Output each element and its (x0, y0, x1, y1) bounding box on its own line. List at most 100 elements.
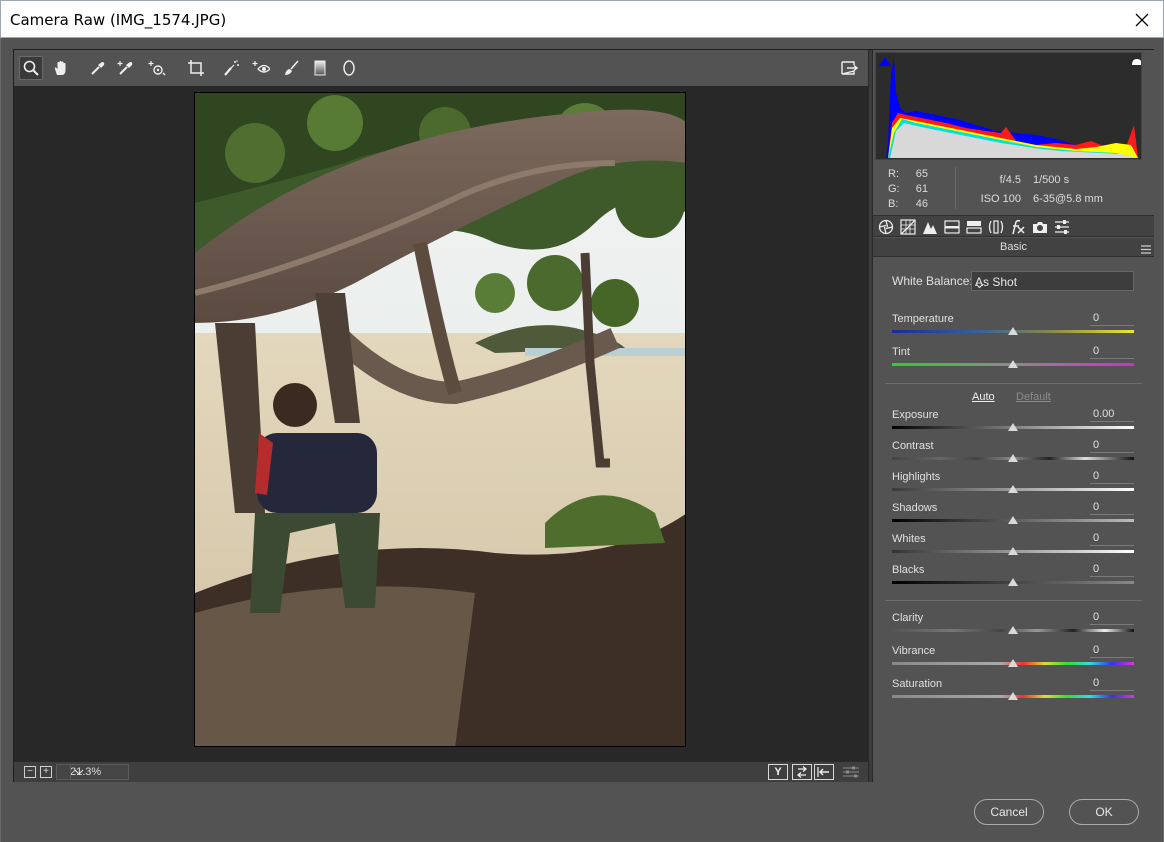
info-separator (955, 167, 956, 209)
title-bar: Camera Raw (IMG_1574.JPG) (0, 0, 1164, 38)
targeted-adjustment-icon[interactable] (145, 56, 169, 80)
temperature-slider[interactable]: Temperature 0 (892, 312, 1134, 343)
slider-thumb[interactable] (1008, 454, 1018, 462)
slider-thumb[interactable] (1008, 547, 1018, 555)
auto-default-row: Auto Default (873, 391, 1154, 405)
highlights-value-field[interactable]: 0 (1090, 470, 1134, 484)
slider-thumb[interactable] (1008, 360, 1018, 368)
right-panel: R: 65 G: 61 B: 46 f/4.5 1/500 s ISO 100 6-35@… (873, 50, 1154, 782)
iso-value: ISO 100 (980, 193, 1021, 205)
contrast-slider[interactable]: Contrast 0 (892, 439, 1134, 470)
slider-label: Highlights (892, 471, 941, 483)
tab-effects-icon[interactable] (1008, 218, 1028, 236)
blacks-value-field[interactable]: 0 (1090, 563, 1134, 577)
close-icon[interactable] (1131, 9, 1153, 31)
slider-thumb[interactable] (1008, 516, 1018, 524)
g-value: 61 (915, 183, 928, 195)
red-eye-icon[interactable] (249, 56, 273, 80)
temperature-value-field[interactable]: 0 (1090, 312, 1134, 326)
tint-slider[interactable]: Tint 0 (892, 345, 1134, 376)
toggle-settings-icon[interactable] (842, 765, 860, 779)
dialog-body: − + 21.3% Y R: 65 G: 61 B: 46 f/4.5 1/50… (0, 38, 1164, 842)
tab-camera-calibration-icon[interactable] (1030, 218, 1050, 236)
slider-label: Exposure (892, 409, 939, 421)
vibrance-slider[interactable]: Vibrance 0 (892, 644, 1134, 675)
chevron-down-icon (975, 278, 1129, 292)
highlights-slider[interactable]: Highlights 0 (892, 470, 1134, 501)
shadow-clipping-icon[interactable] (878, 55, 893, 68)
whites-value-field[interactable]: 0 (1090, 532, 1134, 546)
shadows-value-field[interactable]: 0 (1090, 501, 1134, 515)
contrast-value-field[interactable]: 0 (1090, 439, 1134, 453)
histogram (875, 52, 1142, 160)
auto-link[interactable]: Auto (972, 391, 995, 403)
open-preferences-icon[interactable] (837, 56, 861, 80)
slider-thumb[interactable] (1008, 626, 1018, 634)
slider-thumb[interactable] (1008, 659, 1018, 667)
blacks-slider[interactable]: Blacks 0 (892, 563, 1134, 594)
zoom-tool-icon[interactable] (19, 56, 43, 80)
panel-tabs (873, 215, 1154, 237)
highlight-clipping-icon[interactable] (1124, 55, 1139, 68)
r-value: 65 (915, 168, 928, 180)
cancel-button[interactable]: Cancel (974, 799, 1044, 825)
shadows-slider[interactable]: Shadows 0 (892, 501, 1134, 532)
zoom-level-select[interactable]: 21.3% (56, 764, 129, 780)
white-balance-icon[interactable] (86, 56, 110, 80)
clarity-slider[interactable]: Clarity 0 (892, 611, 1134, 642)
spot-removal-icon[interactable] (219, 56, 243, 80)
slider-label: Blacks (892, 564, 925, 576)
copy-settings-icon[interactable] (814, 764, 834, 780)
panel-menu-icon[interactable] (1141, 243, 1151, 254)
whites-slider[interactable]: Whites 0 (892, 532, 1134, 563)
slider-label: Vibrance (892, 645, 936, 657)
saturation-slider[interactable]: Saturation 0 (892, 677, 1134, 708)
slider-thumb[interactable] (1008, 327, 1018, 335)
slider-thumb[interactable] (1008, 692, 1018, 700)
zoom-in-button[interactable]: + (40, 766, 52, 778)
color-sampler-icon[interactable] (114, 56, 138, 80)
exposure-slider[interactable]: Exposure 0.00 (892, 408, 1134, 439)
crop-icon[interactable] (184, 56, 208, 80)
saturation-value-field[interactable]: 0 (1090, 677, 1134, 691)
tab-basic-icon[interactable] (876, 218, 896, 236)
tab-lens-corrections-icon[interactable] (986, 218, 1006, 236)
hand-tool-icon[interactable] (49, 56, 73, 80)
panel-title: Basic (1000, 241, 1027, 253)
slider-thumb[interactable] (1008, 423, 1018, 431)
slider-thumb[interactable] (1008, 578, 1018, 586)
tab-tone-curve-icon[interactable] (898, 218, 918, 236)
ok-button[interactable]: OK (1069, 799, 1139, 825)
b-value: 46 (915, 198, 928, 210)
zoom-out-button[interactable]: − (24, 766, 36, 778)
image-canvas[interactable] (14, 86, 868, 761)
chevron-down-icon (70, 765, 86, 779)
vibrance-value-field[interactable]: 0 (1090, 644, 1134, 658)
tab-hsl-icon[interactable] (942, 218, 962, 236)
r-label: R: (888, 168, 899, 180)
slider-label: Saturation (892, 678, 943, 690)
tab-detail-icon[interactable] (920, 218, 940, 236)
radial-filter-icon[interactable] (337, 56, 361, 80)
slider-label: Temperature (892, 313, 954, 325)
slider-thumb[interactable] (1008, 485, 1018, 493)
exposure-value-field[interactable]: 0.00 (1090, 408, 1134, 422)
preview-bottom-bar: − + 21.3% Y (14, 761, 868, 782)
g-label: G: (888, 183, 900, 195)
panel-header: Basic (873, 238, 1154, 257)
main-frame: − + 21.3% Y R: 65 G: 61 B: 46 f/4.5 1/50… (13, 49, 1154, 782)
tint-value-field[interactable]: 0 (1090, 345, 1134, 359)
clarity-value-field[interactable]: 0 (1090, 611, 1134, 625)
slider-label: Tint (892, 346, 910, 358)
adjustment-brush-icon[interactable] (279, 56, 303, 80)
section-divider (885, 383, 1142, 384)
section-divider (885, 600, 1142, 601)
white-balance-select[interactable]: As Shot (971, 271, 1134, 291)
tab-presets-icon[interactable] (1052, 218, 1072, 236)
swap-settings-icon[interactable] (792, 764, 812, 780)
tab-split-toning-icon[interactable] (964, 218, 984, 236)
graduated-filter-icon[interactable] (308, 56, 332, 80)
view-toggle-before-after[interactable]: Y (768, 764, 788, 780)
default-link[interactable]: Default (1016, 391, 1051, 403)
window-title: Camera Raw (IMG_1574.JPG) (10, 11, 227, 29)
